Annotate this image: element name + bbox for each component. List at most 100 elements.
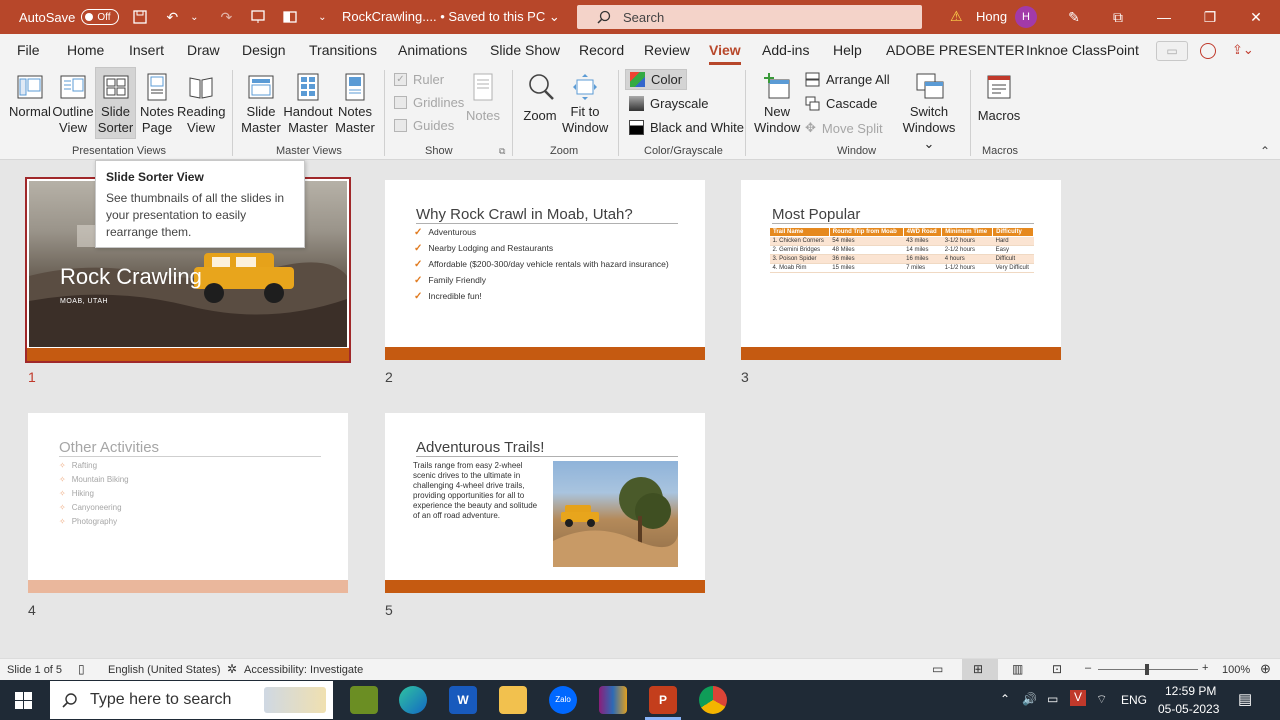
- normal-view-button[interactable]: Normal: [8, 68, 52, 140]
- slide-thumbnail-3[interactable]: Most Popular Trail Name Round Trip from …: [741, 180, 1061, 360]
- slide-thumbnail-2[interactable]: Why Rock Crawl in Moab, Utah? ✓ Adventuro…: [385, 180, 705, 360]
- black-and-white-button[interactable]: Black and White: [629, 120, 744, 135]
- winrar-icon[interactable]: [599, 686, 627, 714]
- word-icon[interactable]: W: [449, 686, 477, 714]
- guides-label: Guides: [413, 118, 455, 133]
- file-explorer-icon[interactable]: [499, 686, 527, 714]
- share-icon[interactable]: ⇪⌄: [1232, 42, 1254, 58]
- tab-home[interactable]: Home: [67, 42, 104, 58]
- arrange-all-button[interactable]: Arrange All: [805, 72, 890, 87]
- accessibility-status[interactable]: Accessibility: Investigate: [244, 664, 363, 676]
- zoom-in-icon[interactable]: +: [1202, 662, 1208, 674]
- save-icon[interactable]: [129, 6, 151, 28]
- tab-insert[interactable]: Insert: [129, 42, 164, 58]
- show-dialog-launcher-icon[interactable]: ⧉: [499, 146, 505, 157]
- avatar[interactable]: H: [1015, 6, 1037, 28]
- normal-view-status-icon[interactable]: ▭: [932, 662, 943, 676]
- notes-button[interactable]: Notes: [464, 68, 502, 140]
- chrome-icon[interactable]: [699, 686, 727, 714]
- slide-show-status-icon[interactable]: ⊡: [1052, 662, 1062, 676]
- tab-slide-show[interactable]: Slide Show: [490, 42, 560, 58]
- pen-icon[interactable]: ✎: [1060, 6, 1088, 28]
- reading-view-status-icon[interactable]: ▥: [1012, 662, 1023, 676]
- ribbon-display-icon[interactable]: ⧉: [1104, 6, 1132, 28]
- grayscale-button[interactable]: Grayscale: [629, 96, 709, 111]
- taskbar-search[interactable]: Type here to search: [50, 681, 333, 719]
- clock-date[interactable]: 05-05-2023: [1158, 702, 1219, 716]
- slide-count[interactable]: Slide 1 of 5: [7, 664, 62, 676]
- tab-design[interactable]: Design: [242, 42, 286, 58]
- layout-icon[interactable]: [279, 6, 301, 28]
- tab-animations[interactable]: Animations: [398, 42, 467, 58]
- slide-thumbnail-5[interactable]: Adventurous Trails! Trails range from ea…: [385, 413, 705, 593]
- ruler-checkbox[interactable]: ✓ Ruler: [394, 72, 444, 87]
- wifi-icon[interactable]: ⌔: [1096, 692, 1107, 707]
- new-window-button[interactable]: New Window: [754, 68, 800, 140]
- zoom-slider-thumb[interactable]: [1145, 664, 1149, 675]
- taskbar-app-icon[interactable]: [350, 686, 378, 714]
- tab-review[interactable]: Review: [644, 42, 690, 58]
- zoom-out-icon[interactable]: –: [1085, 662, 1091, 674]
- slide-sorter-status-icon[interactable]: ⊞: [962, 659, 998, 680]
- document-title[interactable]: RockCrawling.... • Saved to this PC ⌄: [342, 9, 560, 25]
- redo-icon[interactable]: ↷: [215, 6, 237, 28]
- tab-help[interactable]: Help: [833, 42, 862, 58]
- macros-button[interactable]: Macros: [977, 68, 1021, 140]
- tab-record[interactable]: Record: [579, 42, 624, 58]
- warning-icon[interactable]: ⚠: [950, 8, 963, 25]
- network-icon[interactable]: ▭: [1047, 692, 1058, 706]
- user-name[interactable]: Hong: [976, 9, 1007, 24]
- windows-start-icon[interactable]: [15, 692, 32, 709]
- undo-icon[interactable]: ↶: [161, 6, 183, 28]
- vietkey-icon[interactable]: V: [1070, 690, 1086, 706]
- clock-time[interactable]: 12:59 PM: [1165, 684, 1216, 698]
- tab-draw[interactable]: Draw: [187, 42, 220, 58]
- minimize-icon[interactable]: —: [1150, 6, 1178, 28]
- restore-icon[interactable]: ❐: [1196, 6, 1224, 28]
- spelling-icon[interactable]: ▯: [78, 662, 85, 676]
- record-icon[interactable]: [1200, 43, 1216, 59]
- zalo-icon[interactable]: Zalo: [549, 686, 577, 714]
- slide-1-footer-bar: [27, 348, 349, 361]
- notification-icon[interactable]: ▤: [1238, 690, 1252, 708]
- slide-thumbnail-4[interactable]: Other Activities ✧ Rafting ✧ Mountain Biki…: [28, 413, 348, 593]
- customize-toolbar-icon[interactable]: ⌄: [311, 6, 333, 28]
- input-language[interactable]: ENG: [1121, 693, 1147, 707]
- cascade-button[interactable]: Cascade: [805, 96, 877, 111]
- edge-icon[interactable]: [399, 686, 427, 714]
- tab-transitions[interactable]: Transitions: [309, 42, 377, 58]
- guides-checkbox[interactable]: Guides: [394, 118, 454, 133]
- notes-page-button[interactable]: Notes Page: [138, 68, 176, 140]
- accessibility-icon[interactable]: ✲: [227, 662, 237, 676]
- comments-icon[interactable]: ▭: [1156, 41, 1188, 61]
- tab-view[interactable]: View: [709, 42, 741, 65]
- fit-slide-icon[interactable]: ⊕: [1260, 661, 1271, 677]
- undo-dropdown-icon[interactable]: ⌄: [183, 6, 205, 28]
- tray-chevron-icon[interactable]: ⌃: [1000, 692, 1010, 706]
- reading-view-button[interactable]: Reading View: [177, 68, 225, 140]
- volume-icon[interactable]: 🔊: [1022, 692, 1037, 706]
- close-icon[interactable]: ✕: [1242, 6, 1270, 28]
- slide-master-button[interactable]: Slide Master: [240, 68, 282, 140]
- powerpoint-icon[interactable]: P: [649, 686, 677, 714]
- tab-adobe-presenter[interactable]: ADOBE PRESENTER: [886, 42, 1024, 58]
- color-button[interactable]: Color: [625, 69, 688, 90]
- slide-sorter-button[interactable]: Slide Sorter: [95, 67, 136, 139]
- tab-add-ins[interactable]: Add-ins: [762, 42, 809, 58]
- move-split-button[interactable]: ✥ Move Split: [805, 120, 883, 136]
- handout-master-button[interactable]: Handout Master: [283, 68, 333, 140]
- tab-file[interactable]: File: [17, 42, 40, 58]
- present-icon[interactable]: [247, 6, 269, 28]
- autosave-toggle[interactable]: Off: [81, 9, 120, 25]
- zoom-button[interactable]: Zoom: [518, 68, 562, 140]
- notes-master-button[interactable]: Notes Master: [334, 68, 376, 140]
- gridlines-checkbox[interactable]: Gridlines: [394, 95, 464, 110]
- outline-view-button[interactable]: Outline View: [52, 68, 94, 140]
- tab-inknoe-classpoint[interactable]: Inknoe ClassPoint: [1026, 42, 1139, 58]
- language-status[interactable]: English (United States): [108, 664, 221, 676]
- collapse-ribbon-icon[interactable]: ⌃: [1260, 144, 1270, 158]
- zoom-level[interactable]: 100%: [1222, 664, 1250, 676]
- switch-windows-button[interactable]: Switch Windows ⌄: [896, 68, 962, 151]
- fit-to-window-button[interactable]: Fit to Window: [562, 68, 608, 140]
- search-box[interactable]: Search: [577, 5, 922, 29]
